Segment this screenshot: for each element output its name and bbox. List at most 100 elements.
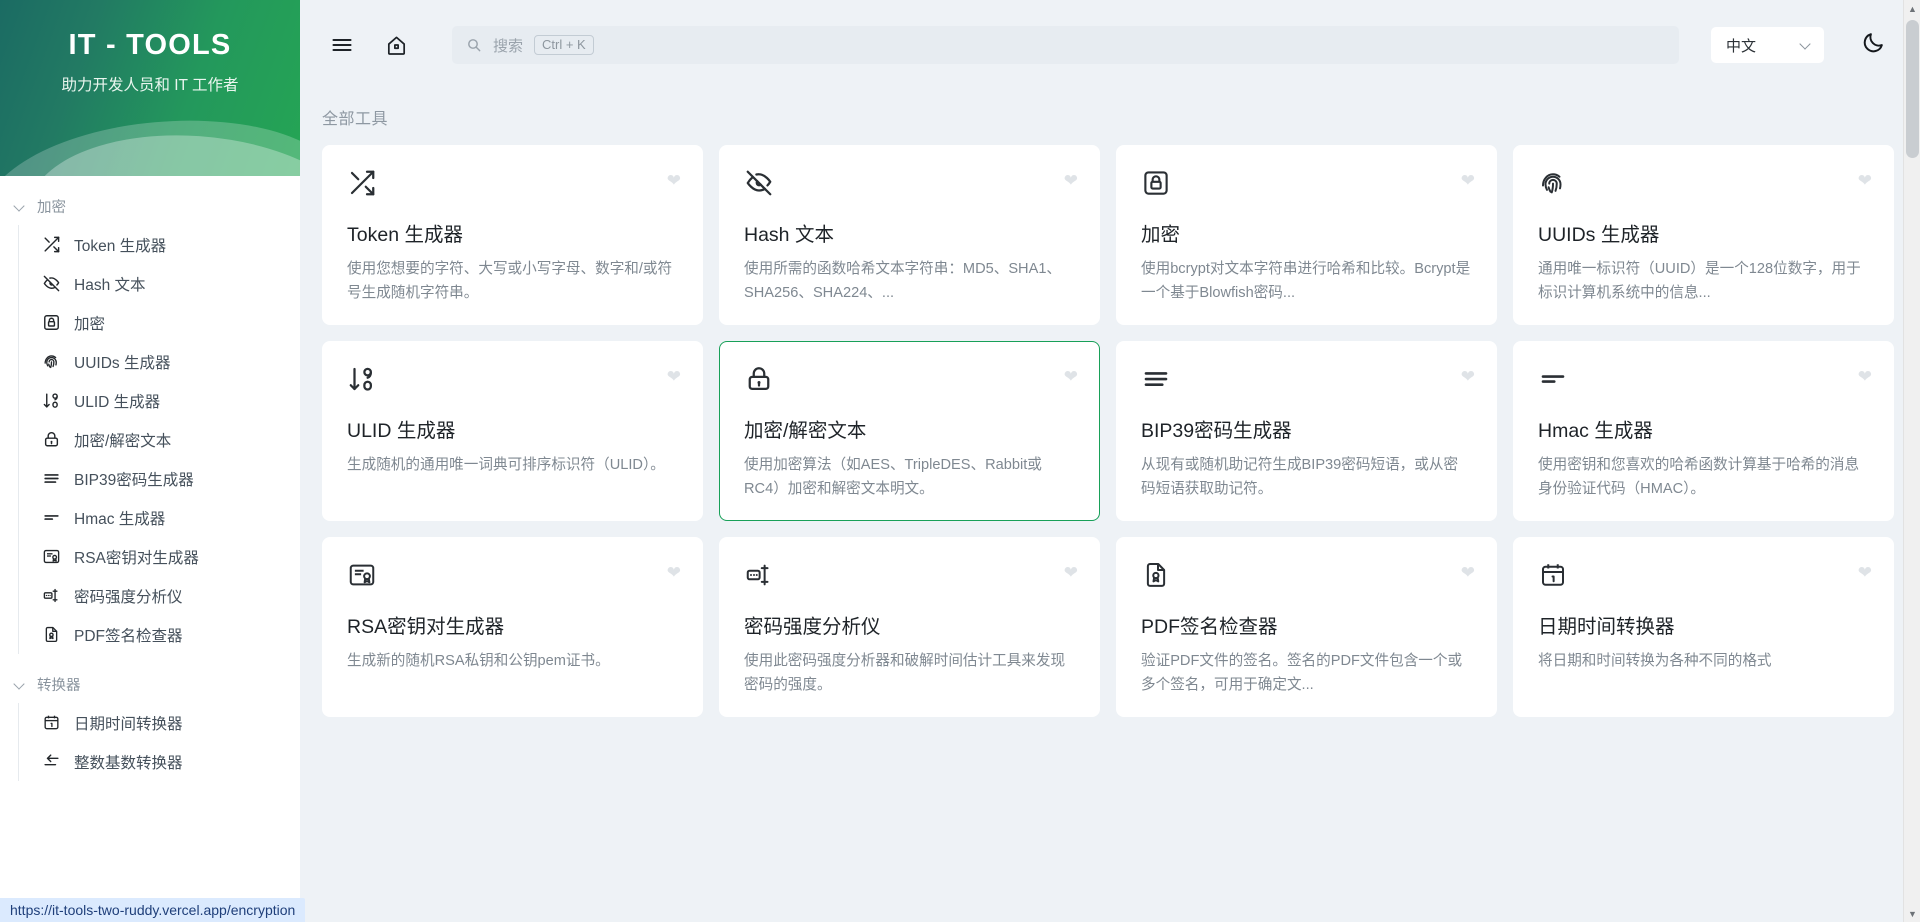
favorite-heart-icon[interactable]: ❤ (1461, 368, 1475, 385)
sidebar-item-hash-text[interactable]: Hash 文本 (19, 264, 300, 303)
certificate-icon (347, 560, 678, 602)
sidebar-item-label: 日期时间转换器 (74, 715, 183, 733)
lines-icon (41, 469, 61, 489)
sidebar-item-hmac-generator[interactable]: Hmac 生成器 (19, 498, 300, 537)
sidebar-group-header-encryption[interactable]: 加密 (0, 188, 300, 225)
tool-card-title: ULID 生成器 (347, 420, 456, 442)
chevron-down-icon (14, 200, 27, 213)
sidebar-group-label: 转换器 (37, 678, 81, 694)
favorite-heart-icon[interactable]: ❤ (1064, 564, 1078, 581)
tool-card[interactable]: ❤ 密码强度分析仪 使用此密码强度分析器和破解时间估计工具来发现密码的强度。 (719, 537, 1100, 717)
tool-card[interactable]: ❤ UUIDs 生成器 通用唯一标识符（UUID）是一个128位数字，用于标识计算机… (1513, 145, 1894, 325)
sidebar-item-integer-base-converter[interactable]: 整数基数转换器 (19, 742, 300, 781)
sidebar-item-label: 加密 (74, 315, 106, 333)
scroll-down-icon[interactable]: ▼ (1904, 905, 1920, 922)
dark-mode-toggle[interactable] (1852, 24, 1894, 66)
two-lines-icon (1538, 364, 1869, 406)
tool-card-description: 使用此密码强度分析器和破解时间估计工具来发现密码的强度。 (744, 653, 1066, 693)
lock-square-icon (41, 313, 61, 333)
sidebar-item-bcrypt[interactable]: 加密 (19, 303, 300, 342)
scrollbar-thumb[interactable] (1906, 20, 1919, 158)
favorite-heart-icon[interactable]: ❤ (1858, 172, 1872, 189)
fingerprint-icon (41, 352, 61, 372)
tool-card-title: 日期时间转换器 (1538, 616, 1675, 638)
sidebar-item-rsa-keypair-generator[interactable]: RSA密钥对生成器 (19, 537, 300, 576)
tool-card-description: 使用您想要的字符、大写或小写字母、数字和/或符号生成随机字符串。 (347, 261, 673, 301)
tool-card[interactable]: ❤ RSA密钥对生成器 生成新的随机RSA私钥和公钥pem证书。 (322, 537, 703, 717)
home-icon[interactable] (376, 25, 416, 65)
sidebar-group-items-encryption: Token 生成器 Hash 文本 加密 UUIDs 生成器 ULID 生成器 … (18, 225, 300, 654)
search-input[interactable]: 搜索 Ctrl + K (452, 26, 1679, 64)
sidebar-item-label: 整数基数转换器 (74, 754, 183, 772)
scroll-up-icon[interactable]: ▲ (1904, 0, 1920, 17)
tool-card-description: 使用加密算法（如AES、TripleDES、Rabbit或RC4）加密和解密文本… (744, 457, 1042, 497)
tool-card[interactable]: ❤ Token 生成器 使用您想要的字符、大写或小写字母、数字和/或符号生成随机字符… (322, 145, 703, 325)
sidebar-item-password-strength-analyser[interactable]: 密码强度分析仪 (19, 576, 300, 615)
main-area: 搜索 Ctrl + K 中文 全部工具 ❤ Token 生成器 使用您想要的字符、大… (300, 0, 1920, 922)
sidebar-item-label: RSA密钥对生成器 (74, 549, 199, 567)
sidebar-item-date-time-converter[interactable]: 日期时间转换器 (19, 703, 300, 742)
favorite-heart-icon[interactable]: ❤ (1858, 564, 1872, 581)
sidebar-item-ulid-generator[interactable]: ULID 生成器 (19, 381, 300, 420)
tool-card-title: Hash 文本 (744, 224, 834, 246)
page-scrollbar[interactable]: ▲ ▼ (1903, 0, 1920, 922)
tool-card-description: 通用唯一标识符（UUID）是一个128位数字，用于标识计算机系统中的信息... (1538, 261, 1861, 301)
status-bar-url: https://it-tools-two-ruddy.vercel.app/en… (0, 898, 306, 922)
tool-card[interactable]: ❤ 加密/解密文本使用加密算法（如AES、TripleDES、Rabbit或RC4… (719, 341, 1100, 521)
favorite-heart-icon[interactable]: ❤ (667, 564, 681, 581)
favorite-heart-icon[interactable]: ❤ (1064, 368, 1078, 385)
favorite-heart-icon[interactable]: ❤ (1064, 172, 1078, 189)
tool-card[interactable]: ❤ 加密使用bcrypt对文本字符串进行哈希和比较。Bcrypt是一个基于Blow… (1116, 145, 1497, 325)
brand-header: IT - TOOLS 助力开发人员和 IT 工作者 (0, 0, 300, 176)
tool-card[interactable]: ❤ Hmac 生成器使用密钥和您喜欢的哈希函数计算基于哈希的消息身份验证代码（HM… (1513, 341, 1894, 521)
eye-off-icon (744, 168, 1075, 210)
app-root: IT - TOOLS 助力开发人员和 IT 工作者 加密 Token 生成器 H… (0, 0, 1920, 922)
calendar-icon (1538, 560, 1869, 602)
sidebar-item-label: 密码强度分析仪 (74, 588, 183, 606)
tool-card-title: PDF签名检查器 (1141, 616, 1278, 638)
tool-card-title: RSA密钥对生成器 (347, 616, 505, 638)
tool-card[interactable]: ❤ Hash 文本使用所需的函数哈希文本字符串：MD5、SHA1、SHA256、S… (719, 145, 1100, 325)
sidebar-item-label: PDF签名检查器 (74, 627, 183, 645)
sidebar-item-label: BIP39密码生成器 (74, 471, 194, 489)
favorite-heart-icon[interactable]: ❤ (1461, 172, 1475, 189)
tool-card-title: 加密 (1141, 224, 1181, 246)
shuffle-icon (41, 235, 61, 255)
sort-numbers-icon (347, 364, 678, 406)
tool-card-title: Hmac 生成器 (1538, 420, 1653, 442)
search-icon (466, 37, 482, 53)
language-select[interactable]: 中文 (1711, 27, 1824, 63)
tool-card-description: 使用所需的函数哈希文本字符串：MD5、SHA1、SHA256、SHA224、..… (744, 261, 1062, 301)
sidebar-item-label: UUIDs 生成器 (74, 354, 171, 372)
shuffle-icon (347, 168, 678, 210)
favorite-heart-icon[interactable]: ❤ (667, 368, 681, 385)
sidebar-item-label: Hash 文本 (74, 276, 146, 294)
sidebar-item-token-generator[interactable]: Token 生成器 (19, 225, 300, 264)
sidebar-group-header-converter[interactable]: 转换器 (0, 666, 300, 703)
tool-card[interactable]: ❤ 日期时间转换器 将日期和时间转换为各种不同的格式 (1513, 537, 1894, 717)
tool-card-description: 使用bcrypt对文本字符串进行哈希和比较。Bcrypt是一个基于Blowfis… (1141, 261, 1471, 301)
sidebar-item-label: Hmac 生成器 (74, 510, 166, 528)
sidebar-item-bip39-generator[interactable]: BIP39密码生成器 (19, 459, 300, 498)
sidebar-item-pdf-signature-checker[interactable]: PDF签名检查器 (19, 615, 300, 654)
sidebar-item-uuid-generator[interactable]: UUIDs 生成器 (19, 342, 300, 381)
sidebar-item-encrypt-decrypt-text[interactable]: 加密/解密文本 (19, 420, 300, 459)
tools-grid: ❤ Token 生成器 使用您想要的字符、大写或小写字母、数字和/或符号生成随机字符… (322, 145, 1894, 717)
page-title: 全部工具 (322, 111, 389, 128)
favorite-heart-icon[interactable]: ❤ (667, 172, 681, 189)
language-select-value: 中文 (1726, 37, 1757, 55)
tool-card[interactable]: ❤ BIP39密码生成器 从现有或随机助记符生成BIP39密码短语，或从密码短语获取… (1116, 341, 1497, 521)
hamburger-menu-icon[interactable] (322, 25, 362, 65)
tool-card[interactable]: ❤ ULID 生成器 生成随机的通用唯一词典可排序标识符（ULID）。 (322, 341, 703, 521)
lock-square-icon (1141, 168, 1472, 210)
tool-card[interactable]: ❤ PDF签名检查器 验证PDF文件的签名。签名的PDF文件包含一个或多个签名，可用… (1116, 537, 1497, 717)
favorite-heart-icon[interactable]: ❤ (1461, 564, 1475, 581)
tool-card-title: 加密/解密文本 (744, 420, 867, 442)
arrow-left-icon (41, 752, 61, 772)
sidebar-group-label: 加密 (37, 200, 66, 216)
brand-title: IT - TOOLS (68, 29, 232, 61)
tool-card-description: 使用密钥和您喜欢的哈希函数计算基于哈希的消息身份验证代码（HMAC）。 (1538, 457, 1860, 497)
tool-card-title: BIP39密码生成器 (1141, 420, 1292, 442)
padlock-icon (41, 430, 61, 450)
favorite-heart-icon[interactable]: ❤ (1858, 368, 1872, 385)
